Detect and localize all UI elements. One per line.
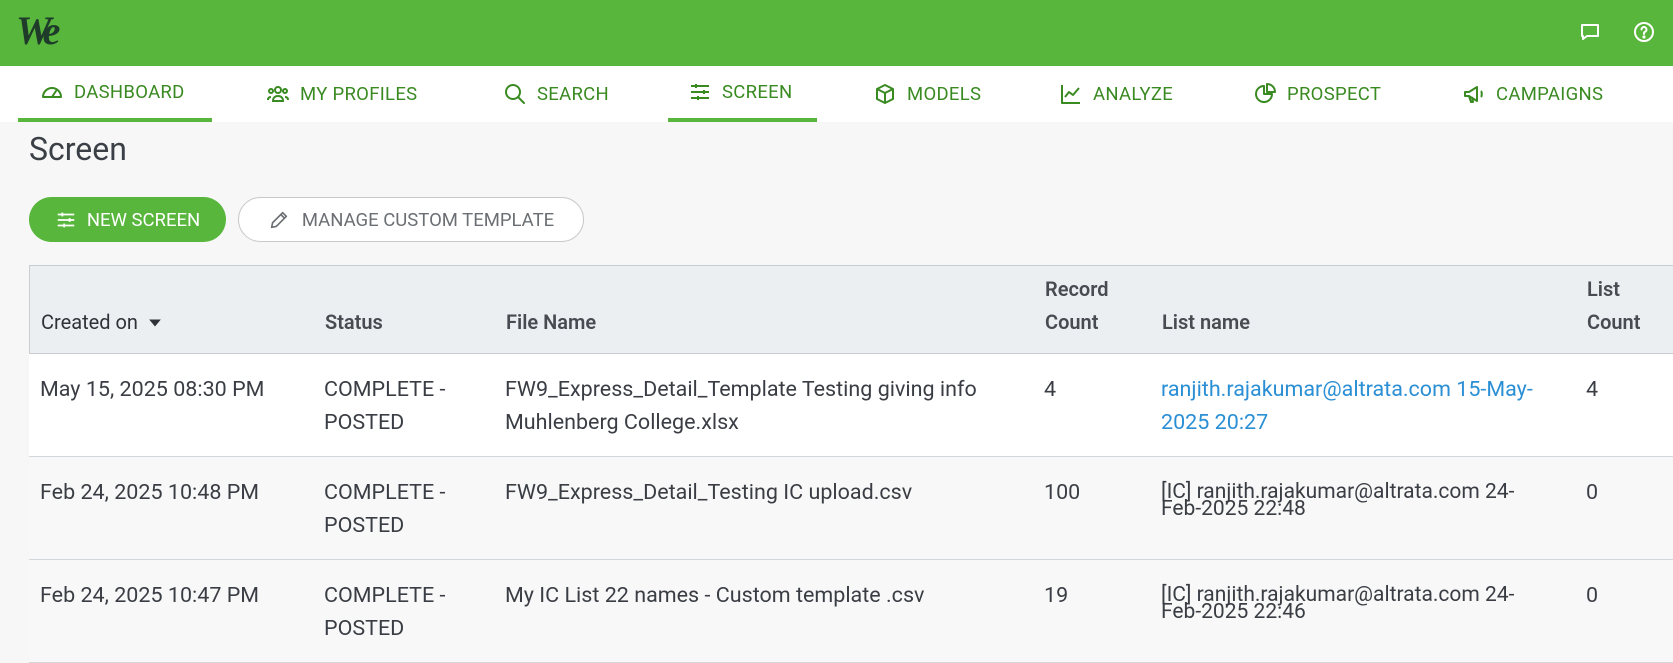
line-chart-icon	[1061, 85, 1080, 104]
column-header-list-name[interactable]: List name	[1162, 306, 1250, 339]
pencil-icon	[270, 211, 288, 228]
nav-tab-label: CAMPAIGNS	[1496, 83, 1604, 105]
nav-tab-screen[interactable]: SCREEN	[668, 66, 817, 122]
cell-record-count: 100	[1044, 480, 1081, 505]
nav-tab-label: MY PROFILES	[300, 83, 418, 105]
cell-list-count: 0	[1586, 480, 1599, 505]
nav-tab-label: MODELS	[907, 83, 982, 105]
cell-created-on: Feb 24, 2025 10:48 PM	[40, 480, 260, 505]
status-line: POSTED	[324, 616, 405, 641]
manage-custom-template-button[interactable]: MANAGE CUSTOM TEMPLATE	[238, 197, 584, 242]
status-line: COMPLETE -	[324, 480, 446, 505]
file-name-line: FW9_Express_Detail_Template Testing givi…	[505, 377, 977, 402]
nav-tab-analyze[interactable]: ANALYZE	[1059, 66, 1173, 122]
nav-tab-label: SEARCH	[537, 83, 610, 105]
cell-list-name: [IC] ranjith.rajakumar@altrata.com 24- F…	[1161, 585, 1514, 623]
file-name-line: Muhlenberg College.xlsx	[505, 410, 739, 435]
top-bar: We	[0, 0, 1673, 66]
column-header-created-on[interactable]: Created on	[41, 306, 162, 339]
new-screen-label: NEW SCREEN	[86, 208, 201, 231]
column-header-status[interactable]: Status	[325, 306, 383, 339]
cell-status: COMPLETE - POSTED	[324, 579, 445, 645]
people-icon	[267, 86, 289, 102]
column-header-record-count[interactable]: Record Count	[1045, 273, 1109, 339]
table-row[interactable]: Feb 24, 2025 10:48 PM COMPLETE - POSTED …	[29, 457, 1673, 560]
cell-record-count: 4	[1044, 377, 1057, 402]
cube-icon	[876, 84, 894, 104]
nav-tab-dashboard[interactable]: DASHBOARD	[18, 66, 212, 122]
nav-tab-label: ANALYZE	[1093, 83, 1174, 105]
cell-status: COMPLETE - POSTED	[324, 476, 445, 542]
nav-tab-search[interactable]: SEARCH	[503, 66, 609, 122]
cell-list-name: [IC] ranjith.rajakumar@altrata.com 24- F…	[1161, 482, 1514, 520]
cell-created-on: Feb 24, 2025 10:47 PM	[40, 583, 260, 608]
nav-tab-campaigns[interactable]: CAMPAIGNS	[1462, 66, 1603, 122]
manage-custom-template-label: MANAGE CUSTOM TEMPLATE	[301, 208, 555, 231]
column-header-label: Created on	[41, 310, 138, 334]
column-header-label: Count	[1045, 310, 1099, 334]
column-header-label: List	[1587, 277, 1621, 301]
page-title: Screen	[29, 130, 127, 168]
nav-tab-label: SCREEN	[722, 81, 793, 103]
column-header-label: Record	[1045, 277, 1109, 301]
column-header-list-count[interactable]: List Count	[1587, 273, 1640, 339]
table-header: Created on Status File Name Record Count…	[29, 265, 1673, 354]
table-row[interactable]: Feb 24, 2025 10:47 PM COMPLETE - POSTED …	[29, 560, 1673, 663]
cell-file-name: FW9_Express_Detail_Template Testing givi…	[505, 373, 977, 439]
chat-icon[interactable]	[1578, 20, 1602, 44]
cell-created-on: May 15, 2025 08:30 PM	[40, 377, 265, 402]
list-name-line: ranjith.rajakumar@altrata.com 15-May-	[1161, 377, 1533, 402]
cell-list-count: 0	[1586, 583, 1599, 608]
table-row[interactable]: May 15, 2025 08:30 PM COMPLETE - POSTED …	[29, 354, 1673, 457]
gauge-icon	[42, 87, 62, 98]
main-nav: DASHBOARD MY PROFILES SEARCH SCREEN MODE…	[0, 66, 1673, 122]
cell-file-name: FW9_Express_Detail_Testing IC upload.csv	[505, 480, 913, 505]
cell-status: COMPLETE - POSTED	[324, 373, 445, 439]
column-header-file-name[interactable]: File Name	[506, 306, 596, 339]
megaphone-icon	[1464, 86, 1483, 103]
nav-tab-prospect[interactable]: PROSPECT	[1253, 66, 1381, 122]
cell-list-name-link[interactable]: ranjith.rajakumar@altrata.com 15-May- 20…	[1161, 373, 1533, 439]
nav-tab-label: PROSPECT	[1287, 83, 1382, 105]
sliders-icon	[691, 84, 709, 100]
status-line: COMPLETE -	[324, 377, 446, 402]
cell-record-count: 19	[1044, 583, 1069, 608]
cell-list-count: 4	[1586, 377, 1599, 402]
status-line: COMPLETE -	[324, 583, 446, 608]
cell-file-name: My IC List 22 names - Custom template .c…	[505, 583, 925, 608]
column-header-label: Count	[1587, 310, 1641, 334]
status-line: POSTED	[324, 513, 405, 538]
sort-down-icon	[149, 319, 161, 326]
nav-tab-my-profiles[interactable]: MY PROFILES	[266, 66, 417, 122]
new-screen-button[interactable]: NEW SCREEN	[29, 197, 226, 242]
pie-chart-icon	[1255, 83, 1276, 103]
list-name-line: 2025 20:27	[1161, 410, 1269, 435]
help-icon[interactable]	[1632, 20, 1656, 44]
sliders-icon	[57, 212, 75, 227]
search-icon	[505, 84, 525, 104]
app-logo[interactable]: We	[16, 10, 60, 52]
nav-tab-models[interactable]: MODELS	[873, 66, 981, 122]
status-line: POSTED	[324, 410, 405, 435]
nav-tab-label: DASHBOARD	[74, 81, 185, 103]
